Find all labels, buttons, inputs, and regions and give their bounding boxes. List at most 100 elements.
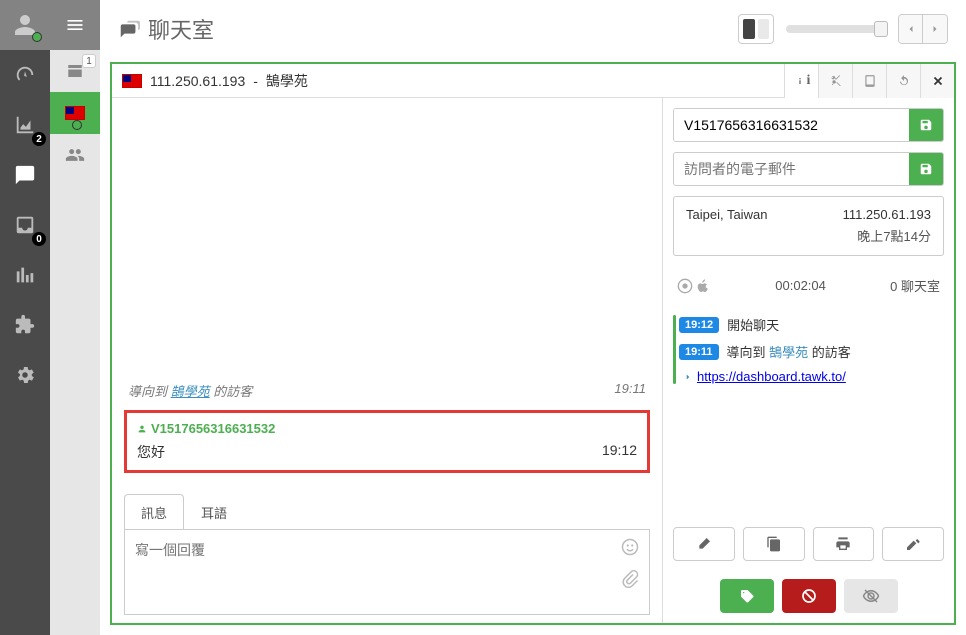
visitor-id-field	[673, 108, 944, 142]
nav-chat[interactable]	[0, 150, 50, 200]
chat-tab-all[interactable]: 1	[50, 50, 100, 92]
eraser-icon	[696, 536, 712, 552]
save-id-button[interactable]	[909, 109, 943, 141]
visit-duration: 00:02:04	[775, 278, 826, 293]
print-button[interactable]	[813, 527, 875, 561]
copy-icon	[766, 536, 782, 552]
page-title: 聊天室	[118, 13, 214, 45]
chat-icon	[14, 164, 36, 186]
close-button[interactable]	[920, 64, 954, 98]
reply-input[interactable]	[135, 540, 639, 604]
event-suffix: 的訪客	[812, 345, 851, 360]
nav-analytics[interactable]: 2	[0, 100, 50, 150]
edit-button[interactable]	[882, 527, 944, 561]
nav-addons[interactable]	[0, 300, 50, 350]
visitor-id-input[interactable]	[674, 109, 909, 141]
flag-taiwan-icon	[65, 106, 85, 120]
event-link[interactable]: 鵠學苑	[769, 345, 808, 360]
visitor-msg-time: 19:12	[602, 442, 637, 462]
gauge-icon	[14, 64, 36, 86]
reply-box	[124, 529, 650, 615]
layout-toggle[interactable]	[738, 14, 774, 44]
event-time: 19:11	[679, 344, 719, 360]
event-text: 開始聊天	[727, 315, 779, 334]
chat-count: 0 聊天室	[890, 276, 940, 295]
attachment-icon[interactable]	[621, 570, 639, 588]
tag-button[interactable]	[720, 579, 774, 613]
prev-button[interactable]	[899, 15, 923, 43]
visitor-msg-text: 您好	[137, 442, 165, 462]
stats-row: 00:02:04 0 聊天室	[673, 266, 944, 305]
info-icon	[793, 74, 807, 88]
nav-settings[interactable]	[0, 350, 50, 400]
chart-icon	[14, 114, 36, 136]
inbox-icon	[14, 214, 36, 236]
event-row: 19:12 開始聊天	[679, 315, 944, 334]
system-msg-link[interactable]: 鵠學苑	[171, 384, 210, 399]
chat-container: 111.250.61.193 - 鵠學苑 i	[110, 62, 956, 625]
gear-icon	[14, 364, 36, 386]
book-button[interactable]	[852, 64, 886, 98]
visitor-site: 鵠學苑	[266, 71, 308, 91]
visitor-email-input[interactable]	[674, 153, 909, 185]
system-msg-suffix: 的訪客	[213, 384, 252, 399]
chevron-right-icon	[683, 372, 693, 382]
chat-header: 111.250.61.193 - 鵠學苑 i	[112, 64, 954, 98]
chat-tab-group[interactable]	[50, 134, 100, 176]
slider-handle[interactable]	[874, 21, 888, 37]
visitor-location: Taipei, Taiwan	[686, 207, 767, 222]
nav-dashboard[interactable]	[0, 50, 50, 100]
user-icon	[137, 424, 147, 434]
count-badge: 1	[82, 54, 96, 68]
chat-messages-panel: 導向到 鵠學苑 的訪客 19:11 V1517656316631532	[112, 98, 662, 623]
hamburger-button[interactable]	[50, 0, 100, 50]
group-icon	[65, 145, 85, 165]
action-row-2	[673, 579, 944, 613]
copy-button[interactable]	[743, 527, 805, 561]
visibility-button[interactable]	[844, 579, 898, 613]
puzzle-icon	[14, 314, 36, 336]
info-button[interactable]: i	[784, 64, 818, 98]
nav-profile[interactable]	[0, 0, 50, 50]
tab-whisper[interactable]: 耳語	[184, 494, 244, 530]
visitor-local-time: 晚上7點14分	[857, 226, 931, 245]
chat-list-sidebar: 1	[50, 0, 100, 635]
scissors-icon	[829, 74, 843, 88]
nav-inbox[interactable]: 0	[0, 200, 50, 250]
event-time: 19:12	[679, 317, 719, 333]
save-email-button[interactable]	[909, 153, 943, 185]
system-msg-prefix: 導向到	[128, 384, 171, 399]
referrer-link[interactable]: https://dashboard.tawk.to/	[697, 369, 846, 384]
events-timeline: 19:12 開始聊天 19:11 導向到 鵠學苑 的訪客	[673, 315, 944, 384]
tab-message[interactable]: 訊息	[124, 494, 184, 530]
menu-icon	[62, 15, 88, 35]
badge: 2	[32, 132, 46, 146]
action-row-1	[673, 527, 944, 561]
visitor-ip: 111.250.61.193	[150, 73, 245, 89]
messages-list: 導向到 鵠學苑 的訪客 19:11 V1517656316631532	[124, 106, 650, 483]
visitor-details-panel: Taipei, Taiwan 111.250.61.193 晚上7點14分 00…	[662, 98, 954, 623]
nav-reports[interactable]	[0, 250, 50, 300]
visitor-ip-detail: 111.250.61.193	[843, 207, 931, 222]
cut-button[interactable]	[818, 64, 852, 98]
edit-icon	[905, 536, 921, 552]
apple-icon	[695, 278, 711, 294]
emoji-icon[interactable]	[621, 538, 639, 556]
main-content: 聊天室 111.250.61.193 -	[100, 0, 966, 635]
eraser-button[interactable]	[673, 527, 735, 561]
chat-tab-visitor[interactable]	[50, 92, 100, 134]
page-title-text: 聊天室	[148, 13, 214, 45]
save-icon	[919, 162, 933, 176]
main-nav-sidebar: 2 0	[0, 0, 50, 635]
ban-icon	[801, 588, 817, 604]
reply-tabs: 訊息 耳語	[124, 493, 650, 530]
next-button[interactable]	[923, 15, 947, 43]
badge: 0	[32, 232, 46, 246]
zoom-slider[interactable]	[786, 25, 886, 33]
book-icon	[863, 74, 877, 88]
visitor-email-field	[673, 152, 944, 186]
ban-button[interactable]	[782, 579, 836, 613]
bars-icon	[14, 264, 36, 286]
history-button[interactable]	[886, 64, 920, 98]
referrer-link-row: https://dashboard.tawk.to/	[683, 369, 944, 384]
